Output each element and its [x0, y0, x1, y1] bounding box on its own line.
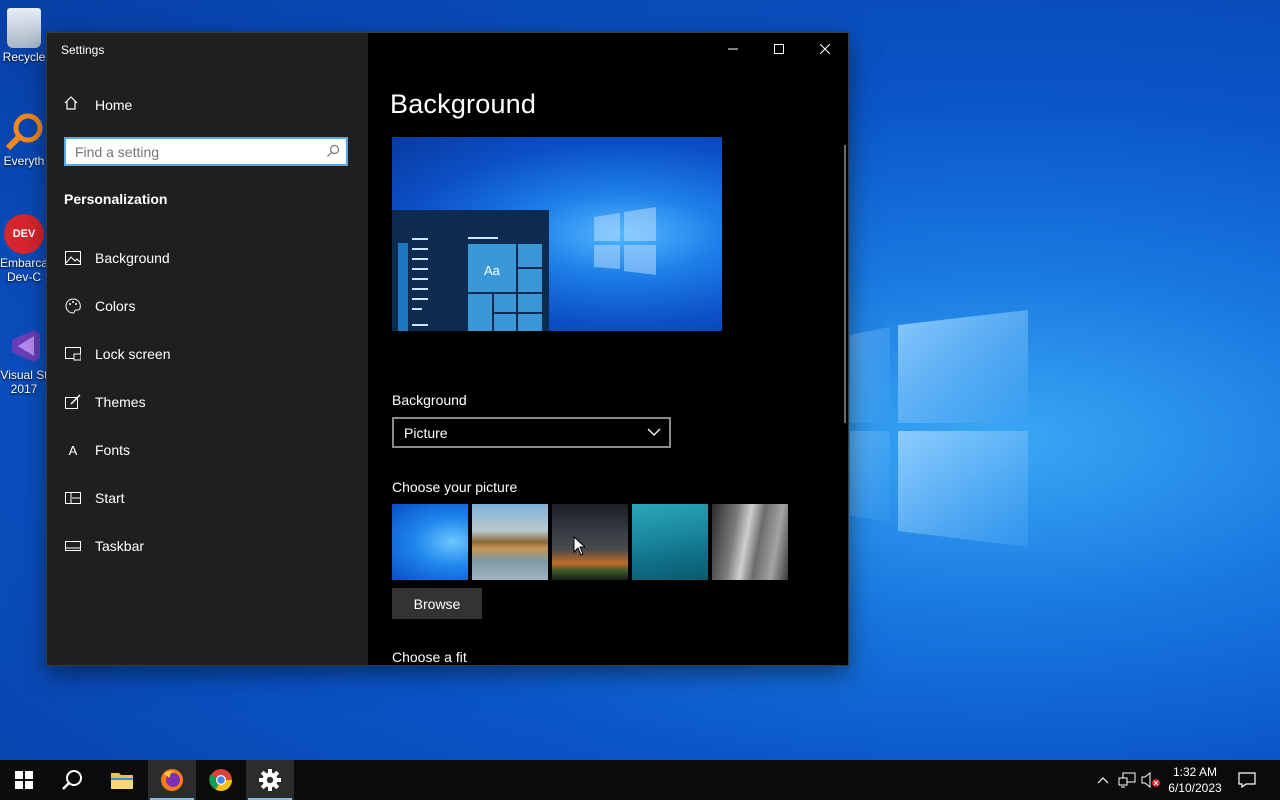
dev-cpp-icon: DEV: [4, 214, 44, 254]
search-input[interactable]: [66, 139, 315, 164]
choose-picture-label: Choose your picture: [392, 479, 518, 495]
picture-thumbnail-underwater[interactable]: [632, 504, 708, 580]
sidebar-item-lock-screen[interactable]: Lock screen: [47, 334, 368, 374]
preview-tile-text: Aa: [484, 263, 500, 278]
system-clock[interactable]: 1:32 AM 6/10/2023: [1160, 764, 1230, 796]
themes-icon: [64, 393, 82, 411]
search-button[interactable]: [48, 760, 96, 800]
volume-button[interactable]: [1140, 760, 1162, 800]
sidebar: Settings Home Personalization Background…: [47, 33, 368, 665]
clock-time: 1:32 AM: [1172, 765, 1218, 779]
sidebar-item-colors[interactable]: Colors: [47, 286, 368, 326]
mouse-cursor-icon: [573, 536, 585, 556]
recycle-bin-icon: [7, 8, 41, 48]
sidebar-item-background[interactable]: Background: [47, 238, 368, 278]
everything-search-icon: [4, 112, 44, 152]
sidebar-item-start[interactable]: Start: [47, 478, 368, 518]
palette-icon: [64, 297, 82, 315]
page-title: Background: [390, 89, 537, 119]
taskbar-icon: [64, 537, 82, 555]
scrollbar[interactable]: [844, 145, 846, 423]
picture-thumbnail-beach-rocks[interactable]: [472, 504, 548, 580]
sidebar-item-label: Taskbar: [95, 538, 145, 554]
desktop-icon-label: Embarca Dev-C: [0, 256, 49, 284]
desktop-icon-label: Recycle: [2, 50, 46, 64]
clock-date: 6/10/2023: [1168, 781, 1222, 795]
sidebar-item-themes[interactable]: Themes: [47, 382, 368, 422]
firefox-button[interactable]: [148, 760, 196, 800]
sidebar-item-home[interactable]: Home: [63, 95, 132, 114]
sidebar-item-label: Start: [95, 490, 125, 506]
network-button[interactable]: [1116, 760, 1138, 800]
settings-gear-icon: [259, 769, 281, 791]
file-explorer-icon: [111, 773, 133, 789]
background-label: Background: [392, 392, 467, 408]
picture-icon: [64, 249, 82, 267]
desktop-icon-visual-studio[interactable]: Visual St 2017: [0, 326, 48, 396]
sidebar-item-label: Home: [95, 96, 133, 113]
file-explorer-button[interactable]: [98, 760, 146, 800]
sidebar-item-fonts[interactable]: A Fonts: [47, 430, 368, 470]
sidebar-item-taskbar[interactable]: Taskbar: [47, 526, 368, 566]
chevron-down-icon: [647, 428, 661, 436]
settings-taskbar-button[interactable]: [246, 760, 294, 800]
firefox-icon: [161, 769, 183, 791]
start-icon: [64, 489, 82, 507]
picture-thumbnail-rock-cliff[interactable]: [712, 504, 788, 580]
desktop-icon-dev-cpp[interactable]: DEV Embarca Dev-C: [0, 214, 48, 284]
background-dropdown[interactable]: Picture: [392, 417, 671, 448]
windows-start-icon: [15, 771, 33, 789]
main-content: Background Aa Background Picture Choose …: [368, 33, 848, 665]
show-hidden-icons-button[interactable]: [1093, 760, 1113, 800]
search-box[interactable]: [64, 137, 348, 166]
visual-studio-icon: [4, 326, 44, 366]
picture-thumbnail-night-sky[interactable]: [552, 504, 628, 580]
chrome-button[interactable]: [197, 760, 245, 800]
notification-icon: [1238, 772, 1256, 788]
chrome-icon: [209, 769, 232, 791]
network-icon: [1118, 772, 1136, 788]
search-icon: [62, 770, 82, 790]
browse-button[interactable]: Browse: [392, 588, 482, 619]
choose-fit-label: Choose a fit: [392, 649, 467, 665]
volume-muted-icon: [1141, 772, 1160, 788]
settings-window: Settings Home Personalization Background…: [47, 33, 848, 665]
home-icon: [63, 95, 83, 114]
sidebar-item-label: Lock screen: [95, 346, 171, 362]
desktop-windows-logo: [850, 310, 1028, 547]
lock-screen-icon: [64, 345, 82, 363]
background-preview: Aa: [392, 137, 722, 331]
sidebar-item-label: Colors: [95, 298, 136, 314]
desktop-icon-everything[interactable]: Everyth: [0, 112, 48, 168]
desktop-icon-label: Visual St 2017: [0, 368, 48, 396]
sidebar-item-label: Background: [95, 250, 170, 266]
sidebar-item-label: Fonts: [95, 442, 131, 458]
action-center-button[interactable]: [1234, 760, 1260, 800]
chevron-up-icon: [1097, 777, 1109, 784]
background-dropdown-value: Picture: [404, 424, 448, 441]
start-button[interactable]: [0, 760, 48, 800]
taskbar: 1:32 AM 6/10/2023: [0, 760, 1280, 800]
desktop-icon-recycle-bin[interactable]: Recycle: [0, 8, 48, 64]
search-icon[interactable]: [326, 144, 340, 163]
fonts-icon: A: [68, 442, 78, 458]
sidebar-item-label: Themes: [95, 394, 146, 410]
picture-thumbnails: [392, 504, 788, 580]
window-title: Settings: [61, 43, 105, 57]
desktop-icon-label: Everyth: [3, 154, 45, 168]
section-heading: Personalization: [64, 191, 168, 207]
picture-thumbnail-windows[interactable]: [392, 504, 468, 580]
